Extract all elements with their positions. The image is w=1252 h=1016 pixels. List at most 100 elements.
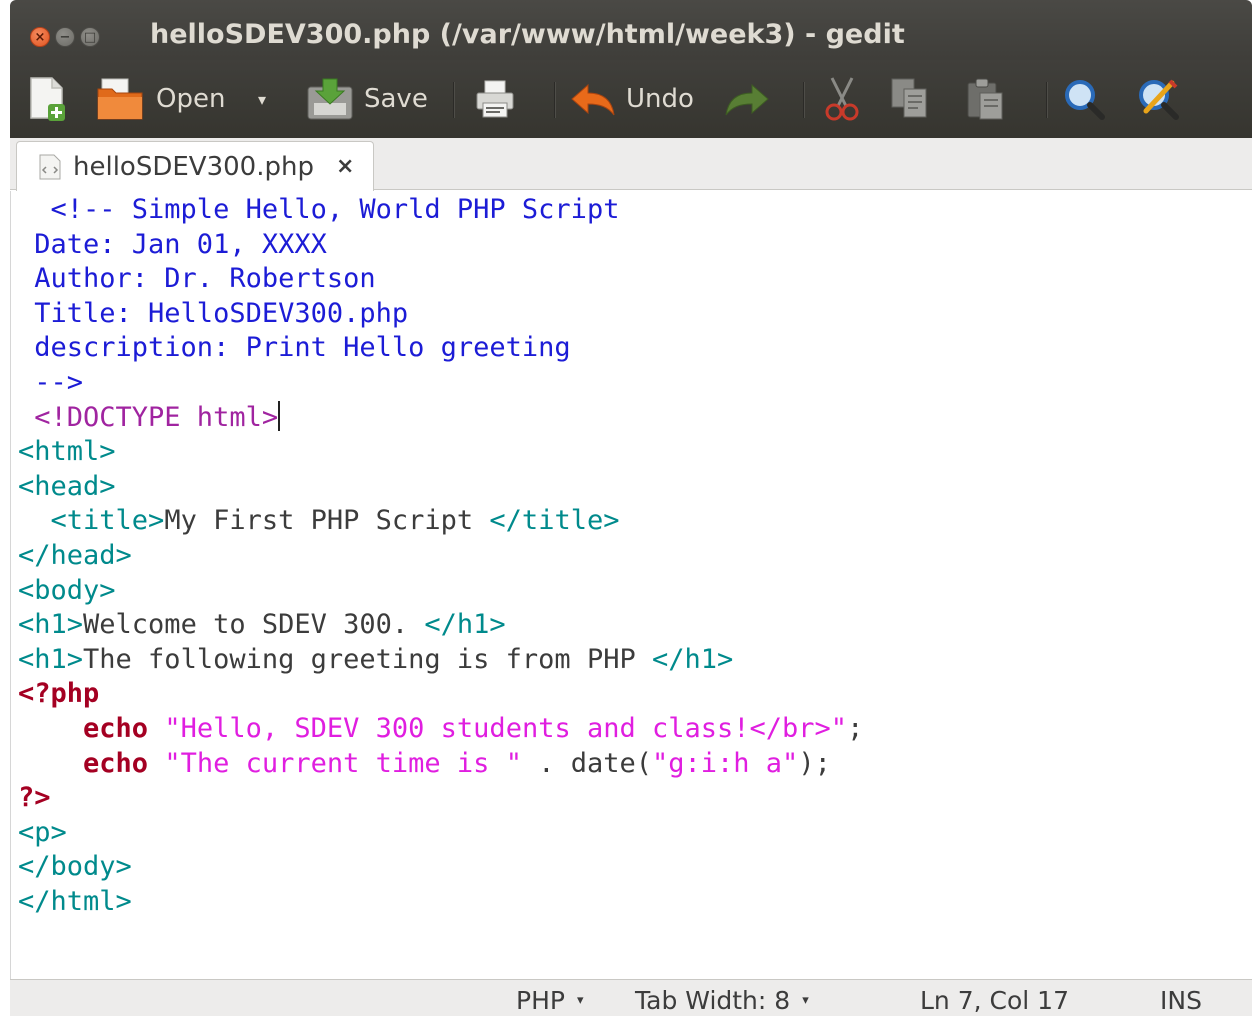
code-line[interactable]: <?php bbox=[18, 677, 863, 712]
open-button[interactable]: Open bbox=[96, 76, 225, 122]
code-token: <html> bbox=[18, 436, 116, 468]
code-line[interactable]: echo "Hello, SDEV 300 students and class… bbox=[18, 712, 863, 747]
language-selector[interactable]: PHP ▾ bbox=[516, 986, 583, 1015]
toolbar-separator bbox=[803, 82, 804, 118]
close-icon: × bbox=[34, 30, 46, 45]
code-token: The following greeting is from PHP bbox=[83, 643, 652, 675]
code-token: echo bbox=[83, 747, 149, 779]
new-document-icon bbox=[30, 77, 65, 121]
code-token: Title: HelloSDEV300.php bbox=[18, 297, 409, 329]
tab-width-selector[interactable]: Tab Width: 8 ▾ bbox=[635, 986, 809, 1015]
insert-mode-label: INS bbox=[1160, 986, 1202, 1015]
code-token: echo bbox=[83, 712, 149, 744]
code-line[interactable]: echo "The current time is " . date("g:i:… bbox=[18, 747, 863, 782]
code-token: <!-- Simple Hello, World PHP Script bbox=[18, 194, 620, 225]
tab-width-label: Tab Width: 8 bbox=[635, 986, 791, 1015]
chevron-down-icon: ▾ bbox=[576, 993, 584, 1008]
search-replace-icon bbox=[1139, 79, 1179, 120]
minimize-icon: − bbox=[59, 30, 71, 45]
save-icon bbox=[307, 78, 353, 120]
maximize-icon: □ bbox=[83, 30, 97, 45]
code-line[interactable]: <html> bbox=[18, 435, 863, 470]
paste-button[interactable] bbox=[966, 76, 1006, 122]
search-replace-button[interactable] bbox=[1136, 76, 1180, 122]
text-cursor bbox=[278, 400, 281, 431]
code-line[interactable]: <body> bbox=[18, 574, 863, 609]
code-token: </title> bbox=[489, 505, 620, 537]
undo-button[interactable]: Undo bbox=[570, 76, 694, 122]
copy-button[interactable] bbox=[890, 76, 930, 122]
window-close-button[interactable]: × bbox=[30, 27, 50, 47]
code-token: Date: Jan 01, XXXX bbox=[18, 228, 327, 260]
code-token: ; bbox=[847, 712, 864, 744]
php-file-icon bbox=[39, 154, 61, 179]
printer-icon bbox=[476, 80, 514, 118]
code-token: --> bbox=[18, 366, 84, 398]
code-token: <head> bbox=[18, 470, 116, 502]
tab-close-icon[interactable]: × bbox=[336, 154, 354, 179]
toolbar-separator bbox=[554, 82, 555, 118]
code-line[interactable]: </body> bbox=[18, 850, 863, 885]
open-dropdown-button[interactable]: ▾ bbox=[258, 76, 266, 122]
code-line[interactable]: Author: Dr. Robertson bbox=[18, 262, 863, 297]
undo-label: Undo bbox=[626, 84, 694, 114]
code-token: <body> bbox=[18, 574, 116, 606]
code-token: description: Print Hello greeting bbox=[18, 332, 571, 364]
search-icon bbox=[1065, 80, 1105, 120]
toolbar-separator bbox=[1046, 82, 1047, 118]
code-token: ); bbox=[798, 747, 831, 779]
chevron-down-icon: ▾ bbox=[802, 993, 809, 1008]
code-editor[interactable]: <!-- Simple Hello, World PHP Script Date… bbox=[10, 191, 1252, 979]
toolbar: Open ▾ Save Undo bbox=[10, 60, 1252, 138]
folder-open-icon bbox=[97, 78, 143, 120]
code-token: <h1> bbox=[18, 643, 84, 675]
code-line[interactable]: --> bbox=[18, 366, 863, 401]
redo-button[interactable] bbox=[724, 76, 770, 122]
cut-button[interactable] bbox=[822, 76, 862, 122]
print-button[interactable] bbox=[474, 76, 516, 122]
code-line[interactable]: <p> bbox=[18, 816, 863, 851]
code-line[interactable]: <!DOCTYPE html> bbox=[18, 400, 863, 436]
code-line[interactable]: <!-- Simple Hello, World PHP Script bbox=[18, 193, 863, 228]
save-button[interactable]: Save bbox=[306, 76, 428, 122]
code-token: "g:i:h a" bbox=[652, 747, 799, 779]
window-minimize-button[interactable]: − bbox=[55, 27, 75, 47]
code-line[interactable]: </head> bbox=[18, 539, 863, 574]
code-token: </head> bbox=[18, 539, 132, 571]
status-bar: PHP ▾ Tab Width: 8 ▾ Ln 7, Col 17 INS bbox=[10, 979, 1252, 1016]
code-token: <title> bbox=[18, 505, 165, 537]
code-line[interactable]: ?> bbox=[18, 781, 863, 816]
code-token: </h1> bbox=[651, 643, 734, 675]
code-line[interactable]: Title: HelloSDEV300.php bbox=[18, 297, 863, 332]
code-token: "The current time is " bbox=[164, 747, 522, 779]
code-line[interactable]: <title>My First PHP Script </title> bbox=[18, 504, 863, 539]
search-button[interactable] bbox=[1062, 76, 1106, 122]
toolbar-separator bbox=[453, 82, 454, 118]
scissors-icon bbox=[825, 77, 859, 121]
tab-hellosdev300[interactable]: helloSDEV300.php × bbox=[16, 141, 374, 191]
language-label: PHP bbox=[516, 986, 565, 1015]
code-token: <!DOCTYPE html> bbox=[18, 401, 279, 433]
code-line[interactable]: Date: Jan 01, XXXX bbox=[18, 228, 863, 263]
tab-label: helloSDEV300.php bbox=[73, 151, 314, 182]
code-line[interactable]: description: Print Hello greeting bbox=[18, 331, 863, 366]
tab-bar: helloSDEV300.php × bbox=[10, 138, 1252, 191]
cursor-position: Ln 7, Col 17 bbox=[920, 986, 1069, 1015]
insert-mode[interactable]: INS bbox=[1160, 986, 1202, 1015]
paste-icon bbox=[967, 78, 1003, 120]
code-line[interactable]: </html> bbox=[18, 885, 863, 920]
window-maximize-button[interactable]: □ bbox=[80, 27, 100, 47]
window-title: helloSDEV300.php (/var/www/html/week3) -… bbox=[150, 19, 905, 50]
code-text[interactable]: <!-- Simple Hello, World PHP Script Date… bbox=[18, 193, 863, 919]
code-token: <p> bbox=[18, 816, 67, 848]
new-document-button[interactable] bbox=[28, 76, 68, 122]
code-line[interactable]: <h1>Welcome to SDEV 300. </h1> bbox=[18, 608, 863, 643]
code-line[interactable]: <head> bbox=[18, 470, 863, 505]
code-token: <h1> bbox=[18, 609, 84, 641]
code-token: My First PHP Script bbox=[164, 505, 490, 537]
code-line[interactable]: <h1>The following greeting is from PHP <… bbox=[18, 643, 863, 678]
